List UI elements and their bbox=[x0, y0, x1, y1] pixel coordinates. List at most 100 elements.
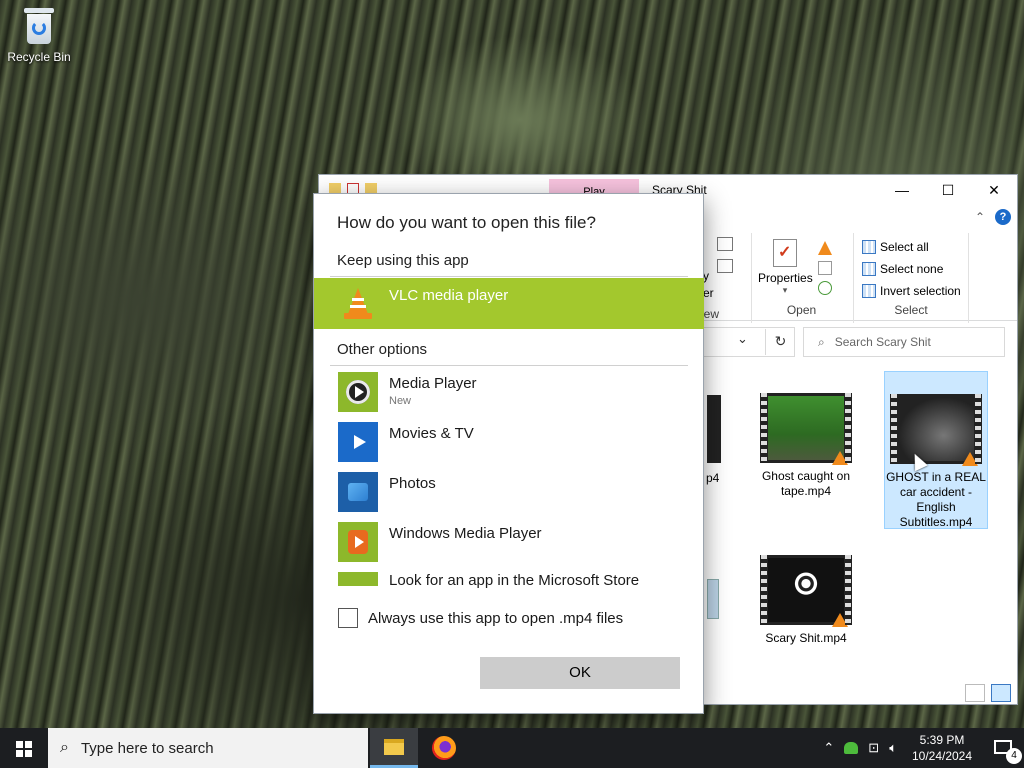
current-app-vlc[interactable]: VLC media player bbox=[314, 278, 704, 329]
move-to-icon[interactable] bbox=[717, 259, 733, 273]
app-option-media-player[interactable]: Media Player New bbox=[338, 372, 688, 414]
select-group: Select all Select none Invert selection … bbox=[853, 233, 969, 323]
taskbar: ⌕ Type here to search ⌃ ⊡ 🔈︎ 5:39 PM 10/… bbox=[0, 728, 1024, 768]
photos-icon bbox=[338, 472, 378, 512]
video-thumbnail bbox=[890, 394, 982, 466]
file-explorer-icon bbox=[384, 739, 404, 755]
vlc-cone-icon bbox=[962, 452, 978, 466]
partial-image-thumbnail[interactable] bbox=[707, 579, 719, 619]
app-option-name: Movies & TV bbox=[389, 425, 474, 442]
app-option-photos[interactable]: Photos bbox=[338, 472, 688, 514]
ok-button[interactable]: OK bbox=[480, 657, 680, 689]
network-icon[interactable]: ⊡ bbox=[863, 740, 884, 756]
firefox-icon bbox=[432, 736, 456, 760]
large-icons-view-icon[interactable] bbox=[991, 684, 1011, 702]
app-option-movies-tv[interactable]: Movies & TV bbox=[338, 422, 688, 464]
properties-button[interactable]: Properties ▾ bbox=[758, 239, 813, 296]
close-button[interactable]: ✕ bbox=[971, 175, 1017, 205]
divider bbox=[330, 276, 688, 277]
chevron-down-icon[interactable]: ⌄ bbox=[737, 331, 748, 347]
vlc-cone-icon bbox=[832, 613, 848, 627]
app-option-sub: New bbox=[389, 395, 412, 407]
select-none-label: Select none bbox=[880, 262, 944, 276]
file-name: Scary Shit.mp4 bbox=[765, 631, 847, 645]
app-option-name: Media Player bbox=[389, 375, 477, 392]
maximize-button[interactable]: ☐ bbox=[925, 175, 971, 205]
open-with-dialog: How do you want to open this file? Keep … bbox=[313, 193, 704, 714]
open-group: Properties ▾ Open bbox=[751, 233, 851, 323]
ribbon-collapse-icon[interactable]: ⌃ bbox=[975, 210, 985, 224]
select-all-icon bbox=[862, 240, 876, 254]
history-icon[interactable] bbox=[818, 281, 832, 295]
video-thumbnail bbox=[760, 555, 852, 627]
always-use-row[interactable]: Always use this app to open .mp4 files bbox=[338, 608, 623, 628]
taskbar-search-placeholder: Type here to search bbox=[80, 739, 214, 757]
minimize-button[interactable]: — bbox=[879, 175, 925, 205]
file-name: GHOST in a REAL car accident - English S… bbox=[886, 470, 986, 529]
search-icon: ⌕ bbox=[818, 334, 825, 349]
refresh-icon[interactable]: ↻ bbox=[765, 329, 795, 355]
keep-using-heading: Keep using this app bbox=[337, 252, 469, 269]
details-view-icon[interactable] bbox=[965, 684, 985, 702]
recycle-bin-label: Recycle Bin bbox=[7, 50, 71, 64]
file-item-selected[interactable]: GHOST in a REAL car accident - English S… bbox=[884, 371, 988, 529]
video-thumbnail bbox=[760, 393, 852, 465]
app-option-name: Photos bbox=[389, 475, 436, 492]
ribbon-partial-group bbox=[717, 237, 733, 273]
file-item[interactable]: Ghost caught on tape.mp4 bbox=[754, 389, 858, 499]
app-option-windows-media-player[interactable]: Windows Media Player bbox=[338, 522, 688, 564]
partial-video-thumbnail[interactable] bbox=[707, 395, 721, 463]
store-icon bbox=[338, 572, 378, 586]
edit-icon[interactable] bbox=[818, 261, 832, 275]
notification-count: 4 bbox=[1006, 748, 1022, 764]
app-option-microsoft-store[interactable]: Look for an app in the Microsoft Store bbox=[338, 572, 688, 590]
people-icon[interactable] bbox=[844, 742, 859, 754]
clock-date: 10/24/2024 bbox=[911, 749, 973, 763]
select-group-label: Select bbox=[894, 303, 928, 317]
clock-time: 5:39 PM bbox=[919, 733, 965, 747]
help-icon[interactable]: ? bbox=[995, 209, 1011, 225]
divider bbox=[330, 365, 688, 366]
select-all-label: Select all bbox=[880, 240, 929, 254]
select-none-icon bbox=[862, 262, 876, 276]
windows-logo-icon bbox=[16, 741, 32, 757]
recycle-bin-desktop-icon[interactable]: Recycle Bin bbox=[6, 6, 72, 64]
copy-to-icon[interactable] bbox=[717, 237, 733, 251]
vlc-label: VLC media player bbox=[389, 287, 509, 304]
media-player-icon bbox=[338, 372, 378, 412]
ribbon-partial-text-2: er bbox=[703, 286, 714, 300]
invert-selection-icon bbox=[862, 284, 876, 298]
partial-file-label: p4 bbox=[706, 471, 720, 485]
invert-selection-label: Invert selection bbox=[880, 284, 961, 298]
taskbar-firefox[interactable] bbox=[420, 728, 468, 768]
search-placeholder: Search Scary Shit bbox=[834, 335, 931, 349]
movies-tv-icon bbox=[338, 422, 378, 462]
invert-selection-button[interactable]: Invert selection bbox=[862, 283, 968, 299]
notification-center-button[interactable]: 4 bbox=[982, 728, 1024, 768]
vlc-cone-icon[interactable] bbox=[818, 241, 832, 255]
vlc-icon bbox=[344, 288, 372, 320]
properties-icon bbox=[773, 239, 797, 267]
always-use-checkbox[interactable] bbox=[338, 608, 358, 628]
file-name: Ghost caught on tape.mp4 bbox=[761, 469, 851, 498]
system-tray: ⌃ ⊡ 🔈︎ 5:39 PM 10/24/2024 4 bbox=[818, 728, 1024, 768]
taskbar-file-explorer[interactable] bbox=[370, 728, 418, 768]
search-icon: ⌕ bbox=[60, 739, 69, 756]
select-none-button[interactable]: Select none bbox=[862, 261, 968, 277]
windows-media-player-icon bbox=[338, 522, 378, 562]
volume-icon[interactable]: 🔈︎ bbox=[884, 740, 902, 756]
clock[interactable]: 5:39 PM 10/24/2024 bbox=[902, 732, 982, 764]
taskbar-search-box[interactable]: ⌕ Type here to search bbox=[48, 728, 368, 768]
dialog-title: How do you want to open this file? bbox=[337, 213, 596, 232]
file-item[interactable]: Scary Shit.mp4 bbox=[754, 551, 858, 646]
app-option-name: Windows Media Player bbox=[389, 525, 542, 542]
select-all-button[interactable]: Select all bbox=[862, 239, 968, 255]
always-use-label: Always use this app to open .mp4 files bbox=[368, 609, 624, 627]
open-group-label: Open bbox=[786, 303, 817, 317]
app-option-name: Look for an app in the Microsoft Store bbox=[389, 572, 640, 589]
recycle-bin-icon bbox=[22, 6, 56, 46]
properties-label: Properties bbox=[758, 271, 813, 285]
chevron-up-icon[interactable]: ⌃ bbox=[818, 740, 839, 756]
search-input[interactable]: ⌕ Search Scary Shit bbox=[803, 327, 1005, 357]
start-button[interactable] bbox=[0, 728, 48, 768]
